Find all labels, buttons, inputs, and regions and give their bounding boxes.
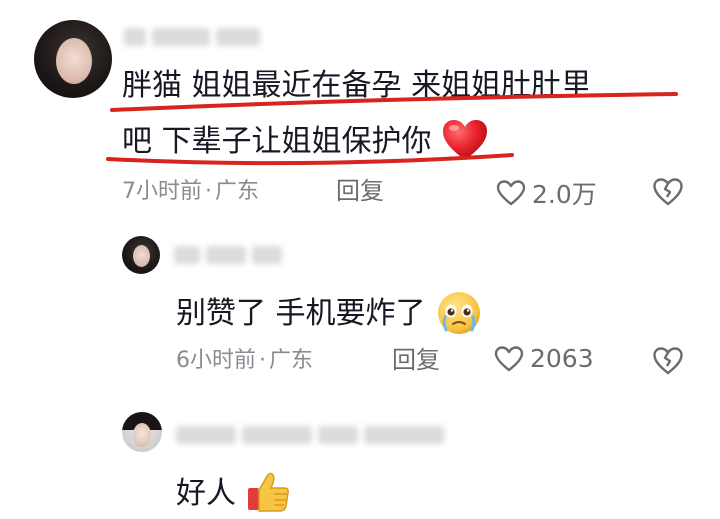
like-count: 2063 (530, 344, 594, 373)
meta-separator: · (205, 179, 212, 204)
dislike-broken-heart-icon[interactable] (652, 177, 684, 207)
reply-text-label: 好人 (176, 476, 236, 511)
avatar[interactable] (122, 412, 162, 452)
avatar[interactable] (34, 20, 112, 98)
like-count: 2.0万 (532, 180, 597, 209)
reply-location: 广东 (269, 348, 314, 373)
reply-button[interactable]: 回复 (392, 346, 440, 374)
username-blurred[interactable] (176, 424, 444, 446)
comment-location: 广东 (215, 179, 260, 204)
reply-button[interactable]: 回复 (336, 177, 384, 205)
username-blurred[interactable] (174, 244, 282, 266)
reply-text-label: 别赞了 手机要炸了 (176, 296, 426, 331)
dislike-broken-heart-icon[interactable] (652, 346, 684, 376)
reply-time: 6小时前 (176, 348, 256, 373)
comment-meta: 7小时前 · 广东 (122, 178, 259, 206)
crying-face-emoji-icon (435, 290, 483, 339)
heart-outline-icon (496, 180, 526, 206)
reply-text: 好人 (176, 470, 292, 519)
comment-time: 7小时前 (122, 179, 202, 204)
reply-meta: 6小时前 · 广东 (176, 347, 313, 375)
heart-outline-icon (494, 345, 524, 371)
avatar[interactable] (122, 236, 160, 274)
username-blurred[interactable] (124, 26, 260, 48)
reply-text: 别赞了 手机要炸了 (176, 290, 483, 339)
thumbs-up-emoji-icon (246, 470, 292, 519)
like-button[interactable]: 2063 (494, 344, 594, 373)
meta-separator: · (259, 348, 266, 373)
like-button[interactable]: 2.0万 (496, 175, 597, 211)
